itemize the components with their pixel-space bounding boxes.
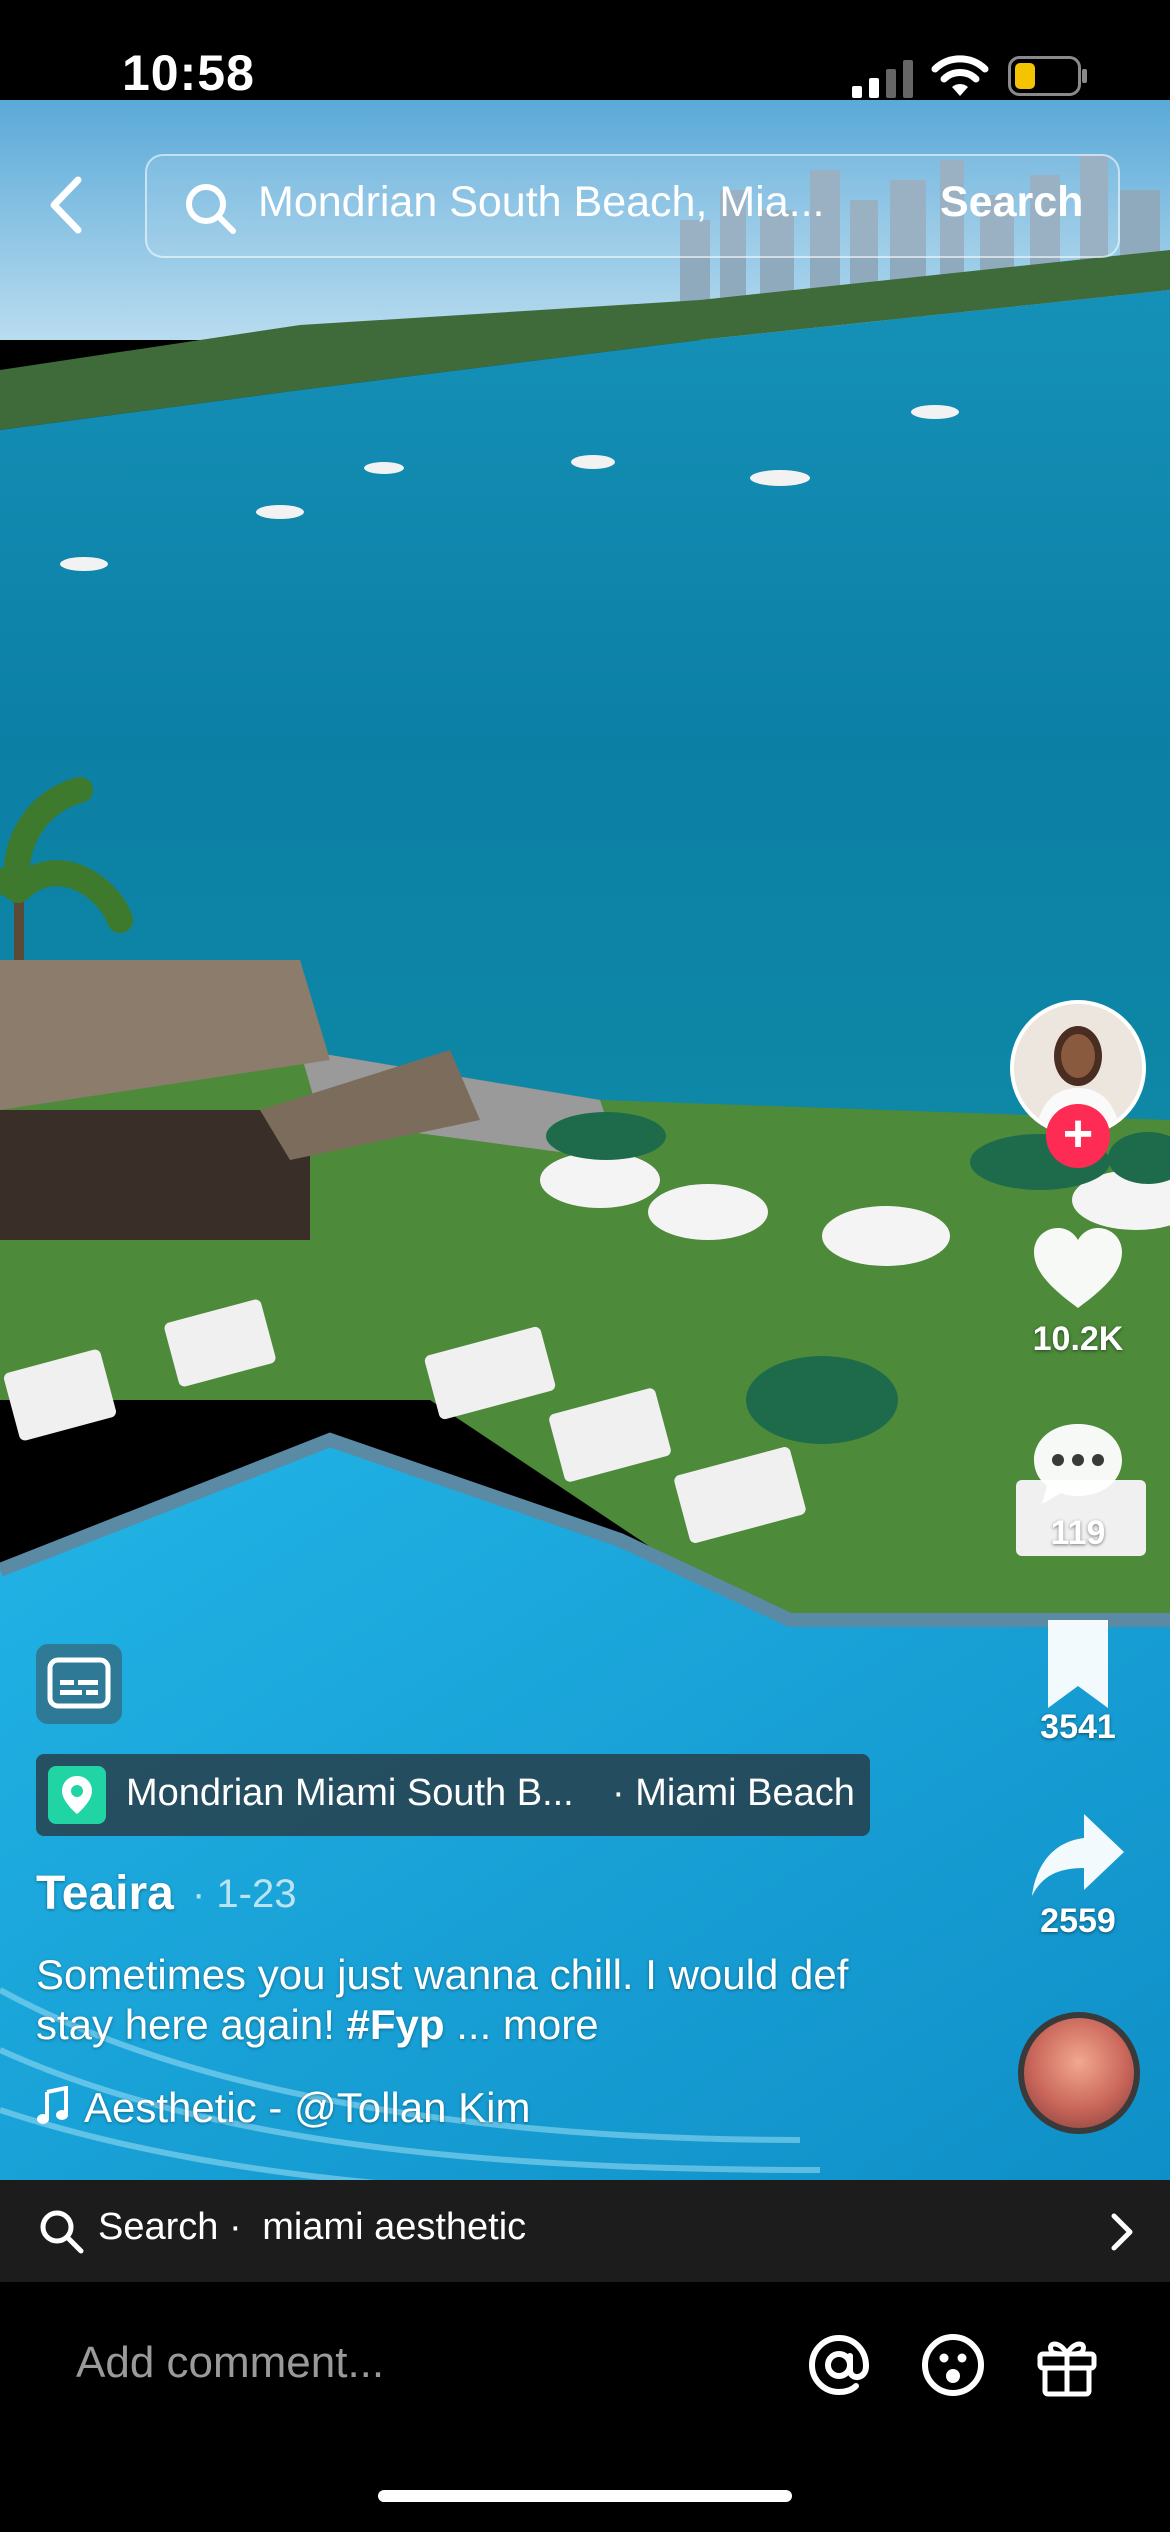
comment-input[interactable]: Add comment... — [76, 2338, 384, 2388]
search-button[interactable]: Search — [940, 178, 1083, 227]
related-search-prefix: Search · — [98, 2206, 242, 2248]
music-disc[interactable] — [1018, 2012, 1140, 2134]
chevron-right-icon[interactable] — [1106, 2210, 1136, 2254]
gift-icon[interactable] — [1032, 2330, 1102, 2400]
hashtag-link[interactable]: #Fyp — [347, 2001, 445, 2048]
captions-button[interactable] — [36, 1644, 122, 1724]
captions-icon — [47, 1657, 111, 1709]
share-icon[interactable] — [1028, 1806, 1128, 1906]
creator-username[interactable]: Teaira — [36, 1866, 174, 1921]
related-search-query: miami aesthetic — [262, 2206, 527, 2248]
search-query[interactable]: Mondrian South Beach, Mia... — [258, 178, 878, 227]
comments-count: 119 — [1050, 1514, 1106, 1552]
post-date: · 1-23 — [192, 1872, 297, 1916]
back-arrow-icon[interactable] — [38, 170, 98, 240]
location-city[interactable]: · Miami Beach — [612, 1772, 855, 1815]
caption-more-link[interactable]: ... more — [456, 2001, 598, 2048]
related-search-text[interactable]: Search · miami aesthetic — [98, 2206, 526, 2249]
video-frame[interactable] — [0, 100, 1170, 2180]
bookmark-icon[interactable] — [1028, 1614, 1128, 1714]
battery-low-icon — [1008, 56, 1087, 96]
comment-icon[interactable] — [1028, 1414, 1128, 1514]
heart-icon[interactable] — [1028, 1220, 1128, 1320]
shares-count: 2559 — [1040, 1902, 1116, 1940]
music-track[interactable]: Aesthetic - @Tollan Kim — [36, 2084, 530, 2132]
saves-count: 3541 — [1040, 1708, 1116, 1746]
music-note-icon — [37, 2085, 68, 2124]
mention-icon[interactable] — [804, 2330, 874, 2400]
location-name[interactable]: Mondrian Miami South B... — [126, 1772, 574, 1815]
wifi-icon — [931, 55, 989, 96]
video-caption: Sometimes you just wanna chill. I would … — [36, 1950, 916, 2050]
follow-button[interactable]: + — [1046, 1104, 1110, 1168]
search-icon — [186, 184, 236, 234]
home-indicator[interactable] — [378, 2490, 792, 2502]
emoji-icon[interactable] — [918, 2330, 988, 2400]
music-track-label: Aesthetic - @Tollan Kim — [84, 2084, 531, 2131]
likes-count: 10.2K — [1032, 1320, 1124, 1358]
search-icon — [40, 2210, 84, 2254]
status-time: 10:58 — [122, 45, 255, 101]
location-pin-icon — [48, 1766, 106, 1824]
cellular-signal-icon — [852, 60, 913, 98]
